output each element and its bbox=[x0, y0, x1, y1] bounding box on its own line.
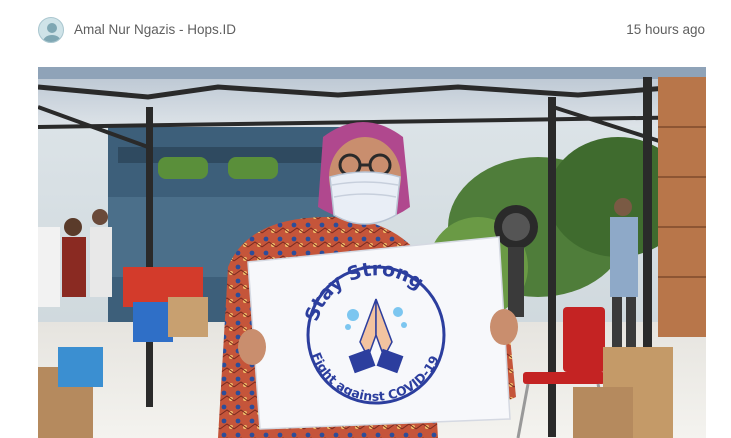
user-avatar-icon bbox=[43, 23, 61, 42]
author-name[interactable]: Amal Nur Ngazis - Hops.ID bbox=[74, 22, 236, 37]
author-avatar[interactable] bbox=[38, 17, 64, 43]
post-timestamp: 15 hours ago bbox=[626, 22, 705, 37]
post-header: Amal Nur Ngazis - Hops.ID 15 hours ago bbox=[0, 0, 731, 62]
stay-strong-sign: Stay Strong Fight against COVID-19 bbox=[247, 236, 511, 430]
photo-illustration: Stay Strong Fight against COVID-19 bbox=[38, 67, 706, 438]
article-photo[interactable]: Stay Strong Fight against COVID-19 bbox=[38, 67, 706, 438]
